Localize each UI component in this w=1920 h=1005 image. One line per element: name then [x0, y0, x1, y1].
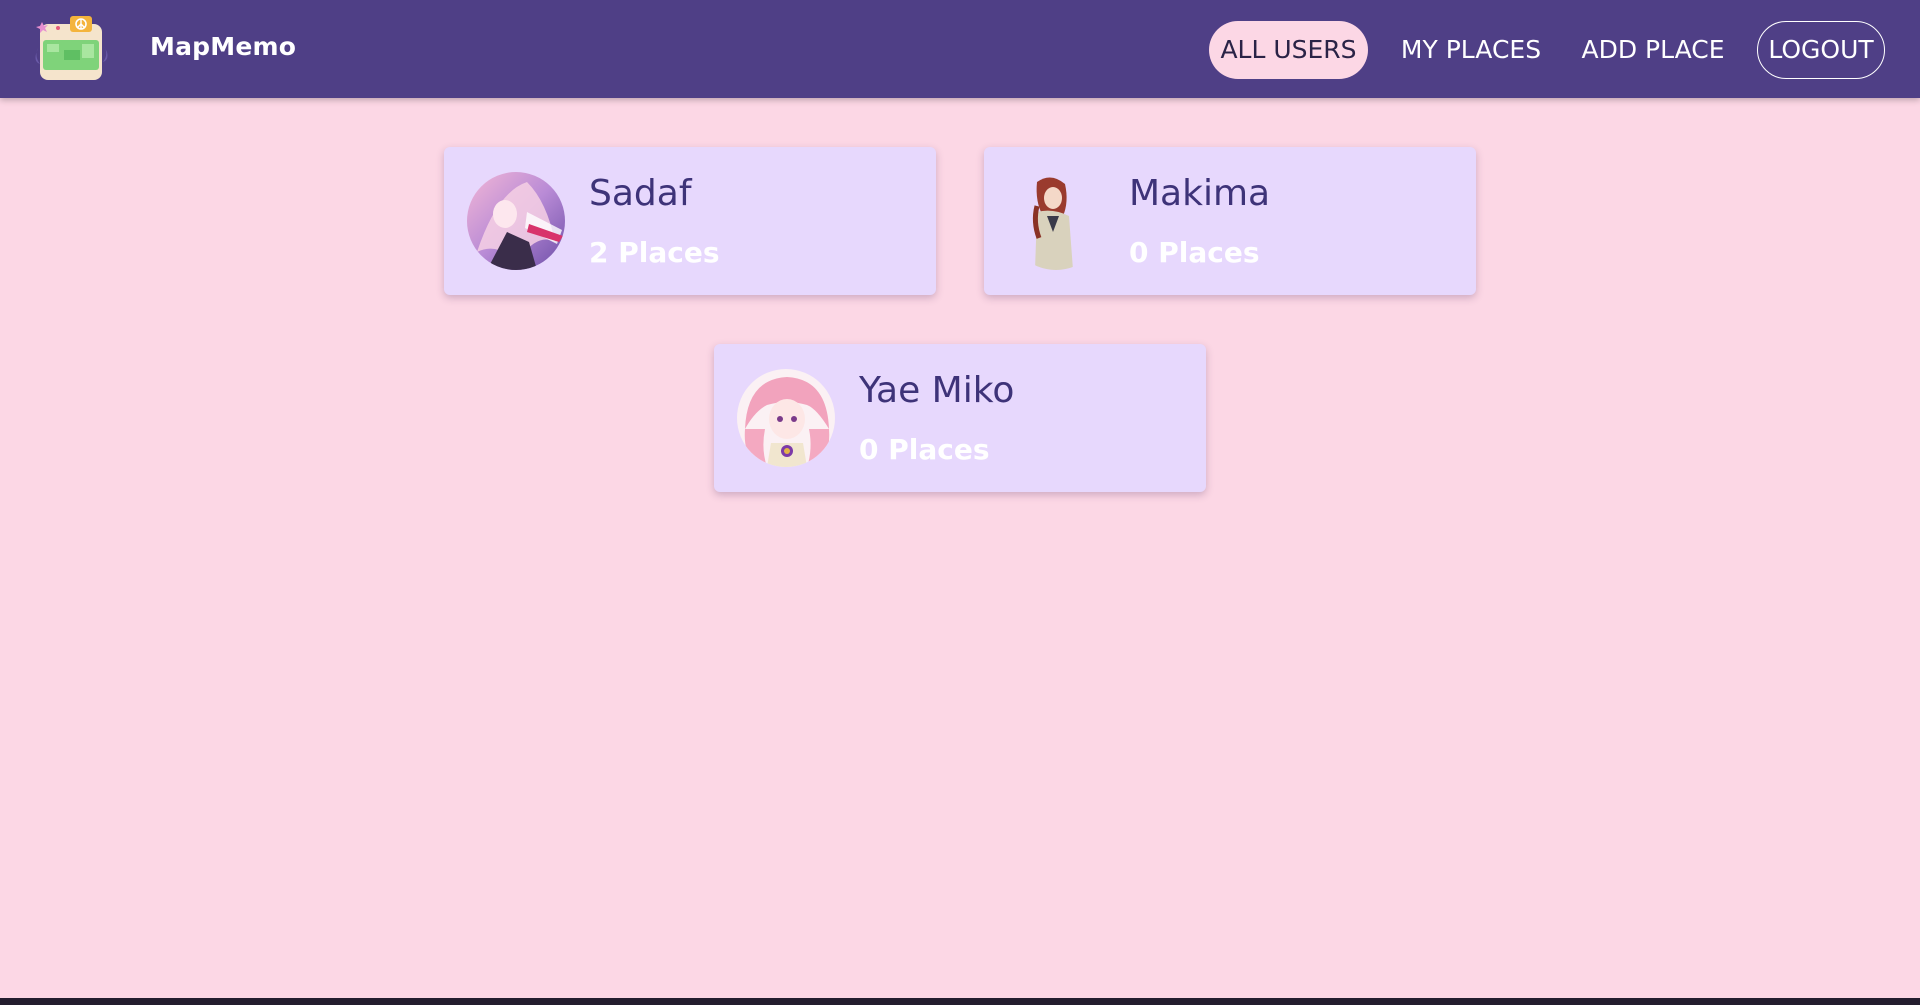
user-name: Yae Miko [859, 370, 1015, 411]
user-place-count: 2 Places [589, 236, 720, 269]
avatar-sadaf [467, 172, 565, 270]
avatar-yae-miko [737, 369, 835, 467]
user-name: Makima [1129, 173, 1271, 214]
user-name: Sadaf [589, 173, 692, 214]
nav-my-places[interactable]: MY PLACES [1396, 21, 1546, 79]
user-place-count: 0 Places [1129, 236, 1260, 269]
map-logo-icon[interactable] [34, 14, 108, 84]
nav-add-place[interactable]: ADD PLACE [1578, 21, 1728, 79]
bottom-edge-divider [0, 998, 1920, 1005]
user-place-count: 0 Places [859, 433, 990, 466]
avatar-makima [1007, 172, 1105, 270]
user-card-yae-miko[interactable]: Yae Miko 0 Places [714, 344, 1206, 492]
user-card-makima[interactable]: Makima 0 Places [984, 147, 1476, 295]
nav-all-users[interactable]: ALL USERS [1209, 21, 1368, 79]
logout-button[interactable]: LOGOUT [1757, 21, 1885, 79]
top-navigation-bar: MapMemo ALL USERS MY PLACES ADD PLACE LO… [0, 0, 1920, 98]
user-card-sadaf[interactable]: Sadaf 2 Places [444, 147, 936, 295]
brand-name[interactable]: MapMemo [150, 32, 296, 61]
